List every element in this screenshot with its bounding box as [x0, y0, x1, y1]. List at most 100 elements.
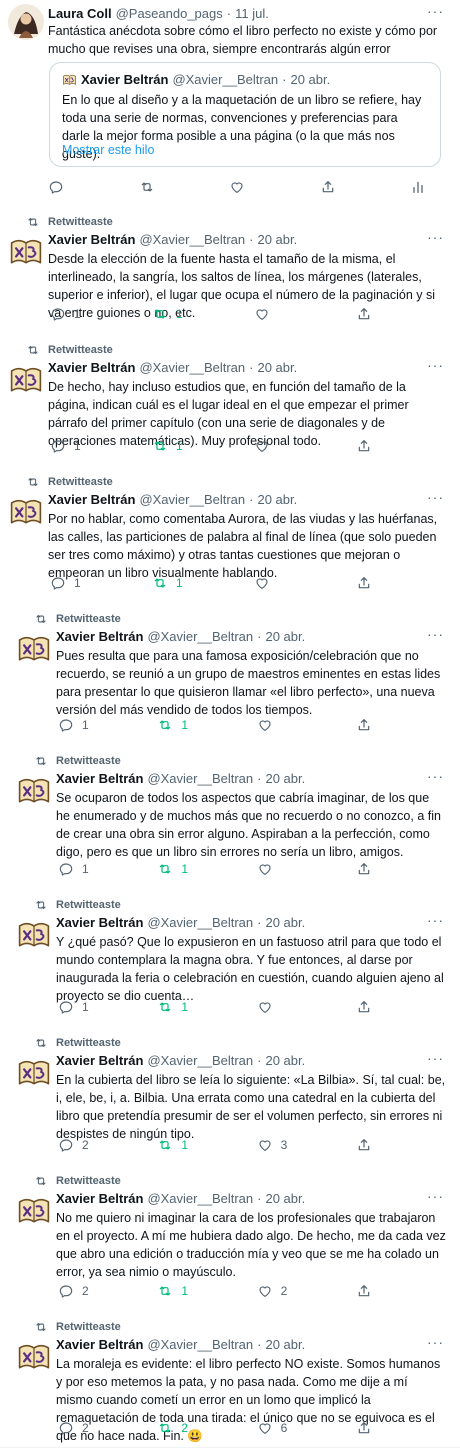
- avatar[interactable]: [16, 1054, 52, 1090]
- like-button[interactable]: 3: [257, 1137, 317, 1153]
- avatar[interactable]: [8, 493, 44, 529]
- retweet-button[interactable]: 1: [152, 575, 212, 591]
- author-name[interactable]: Xavier Beltrán: [56, 771, 143, 786]
- author-name[interactable]: Xavier Beltrán: [56, 1191, 143, 1206]
- share-button[interactable]: [356, 999, 372, 1015]
- tweet-date[interactable]: 20 abr.: [265, 771, 305, 786]
- first-tweet[interactable]: Laura Coll @Paseando_pags · 11 jul. ··· …: [0, 0, 460, 206]
- tweet-date[interactable]: 20 abr.: [257, 360, 297, 375]
- retweeted-thread-tweet[interactable]: Retwitteaste Xavier Beltrán @Xavier__Bel…: [0, 1164, 460, 1311]
- reply-button[interactable]: [48, 179, 108, 195]
- reply-button[interactable]: 2: [58, 1420, 118, 1436]
- author-handle[interactable]: @Xavier__Beltran: [147, 1337, 253, 1352]
- author-name[interactable]: Xavier Beltrán: [48, 360, 135, 375]
- retweet-button[interactable]: 1: [157, 999, 217, 1015]
- retweeted-thread-tweet[interactable]: Retwitteaste Xavier Beltrán @Xavier__Bel…: [0, 205, 460, 334]
- more-options-icon[interactable]: ···: [427, 912, 444, 928]
- tweet-date[interactable]: 11 jul.: [235, 6, 269, 21]
- retweeted-thread-tweet[interactable]: Retwitteaste Xavier Beltrán @Xavier__Bel…: [0, 1026, 460, 1165]
- author-handle[interactable]: @Paseando_pags: [116, 6, 223, 21]
- author-handle[interactable]: @Xavier__Beltran: [147, 771, 253, 786]
- retweet-button[interactable]: [139, 179, 199, 195]
- author-name[interactable]: Xavier Beltrán: [56, 915, 143, 930]
- author-name[interactable]: Xavier Beltrán: [48, 492, 135, 507]
- retweeted-thread-tweet[interactable]: Retwitteaste Xavier Beltrán @Xavier__Bel…: [0, 333, 460, 466]
- tweet-date[interactable]: 20 abr.: [257, 492, 297, 507]
- avatar[interactable]: [8, 4, 44, 40]
- tweet-date[interactable]: 20 abr.: [265, 915, 305, 930]
- like-button[interactable]: [257, 999, 317, 1015]
- reply-button[interactable]: 1: [50, 575, 110, 591]
- author-handle[interactable]: @Xavier__Beltran: [139, 360, 245, 375]
- more-options-icon[interactable]: ···: [427, 489, 444, 505]
- like-button[interactable]: [257, 717, 317, 733]
- tweet-date[interactable]: 20 abr.: [265, 629, 305, 644]
- quoted-tweet[interactable]: Xavier Beltrán @Xavier__Beltran · 20 abr…: [49, 62, 441, 167]
- more-options-icon[interactable]: ···: [427, 1334, 444, 1350]
- share-button[interactable]: [356, 1283, 372, 1299]
- reply-button[interactable]: 1: [50, 438, 110, 454]
- author-name[interactable]: Xavier Beltrán: [48, 232, 135, 247]
- retweet-button[interactable]: 1: [157, 717, 217, 733]
- share-button[interactable]: [356, 861, 372, 877]
- tweet-date[interactable]: 20 abr.: [257, 232, 297, 247]
- author-handle[interactable]: @Xavier__Beltran: [147, 1191, 253, 1206]
- author-handle[interactable]: @Xavier__Beltran: [139, 232, 245, 247]
- more-options-icon[interactable]: ···: [427, 768, 444, 784]
- retweeted-thread-tweet[interactable]: Retwitteaste Xavier Beltrán @Xavier__Bel…: [0, 602, 460, 745]
- like-button[interactable]: 6: [257, 1420, 317, 1436]
- retweet-button[interactable]: 1: [157, 1283, 217, 1299]
- retweet-button[interactable]: 2: [157, 1420, 217, 1436]
- more-options-icon[interactable]: ···: [427, 1050, 444, 1066]
- reply-button[interactable]: 2: [58, 1137, 118, 1153]
- author-handle[interactable]: @Xavier__Beltran: [147, 629, 253, 644]
- avatar[interactable]: [8, 233, 44, 269]
- share-button[interactable]: [356, 1137, 372, 1153]
- retweet-button[interactable]: 1: [157, 861, 217, 877]
- like-button[interactable]: [257, 861, 317, 877]
- like-button[interactable]: [254, 575, 314, 591]
- author-handle[interactable]: @Xavier__Beltran: [147, 915, 253, 930]
- author-name[interactable]: Xavier Beltrán: [56, 629, 143, 644]
- reply-button[interactable]: 1: [58, 999, 118, 1015]
- like-button[interactable]: [254, 306, 314, 322]
- retweeted-thread-tweet[interactable]: Retwitteaste Xavier Beltrán @Xavier__Bel…: [0, 888, 460, 1027]
- avatar[interactable]: [8, 361, 44, 397]
- tweet-date[interactable]: 20 abr.: [265, 1191, 305, 1206]
- analytics-button[interactable]: [410, 179, 426, 195]
- reply-button[interactable]: 1: [58, 717, 118, 733]
- like-button[interactable]: [229, 179, 289, 195]
- avatar[interactable]: [16, 916, 52, 952]
- share-button[interactable]: [356, 717, 372, 733]
- share-button[interactable]: [356, 306, 372, 322]
- share-button[interactable]: [356, 1420, 372, 1436]
- more-options-icon[interactable]: ···: [427, 229, 444, 245]
- more-options-icon[interactable]: ···: [427, 1188, 444, 1204]
- more-options-icon[interactable]: ···: [427, 3, 444, 19]
- avatar[interactable]: [16, 630, 52, 666]
- author-name[interactable]: Laura Coll: [48, 6, 112, 21]
- author-name[interactable]: Xavier Beltrán: [56, 1053, 143, 1068]
- retweet-button[interactable]: 1: [157, 1137, 217, 1153]
- share-button[interactable]: [320, 179, 380, 195]
- tweet-date[interactable]: 20 abr.: [265, 1053, 305, 1068]
- tweet-date[interactable]: 20 abr.: [265, 1337, 305, 1352]
- avatar[interactable]: [16, 772, 52, 808]
- author-name[interactable]: Xavier Beltrán: [56, 1337, 143, 1352]
- more-options-icon[interactable]: ···: [427, 626, 444, 642]
- reply-button[interactable]: 1: [58, 861, 118, 877]
- show-thread-link[interactable]: Mostrar este hilo: [62, 143, 154, 157]
- retweeted-thread-tweet[interactable]: Retwitteaste Xavier Beltrán @Xavier__Bel…: [0, 465, 460, 603]
- retweet-button[interactable]: 1: [152, 306, 212, 322]
- reply-button[interactable]: 1: [50, 306, 110, 322]
- reply-button[interactable]: 2: [58, 1283, 118, 1299]
- share-button[interactable]: [356, 438, 372, 454]
- author-handle[interactable]: @Xavier__Beltran: [147, 1053, 253, 1068]
- share-button[interactable]: [356, 575, 372, 591]
- like-button[interactable]: 2: [257, 1283, 317, 1299]
- avatar[interactable]: [16, 1338, 52, 1374]
- retweeted-thread-tweet[interactable]: Retwitteaste Xavier Beltrán @Xavier__Bel…: [0, 744, 460, 889]
- retweeted-thread-tweet[interactable]: Retwitteaste Xavier Beltrán @Xavier__Bel…: [0, 1310, 460, 1448]
- avatar[interactable]: [16, 1192, 52, 1228]
- retweet-button[interactable]: 1: [152, 438, 212, 454]
